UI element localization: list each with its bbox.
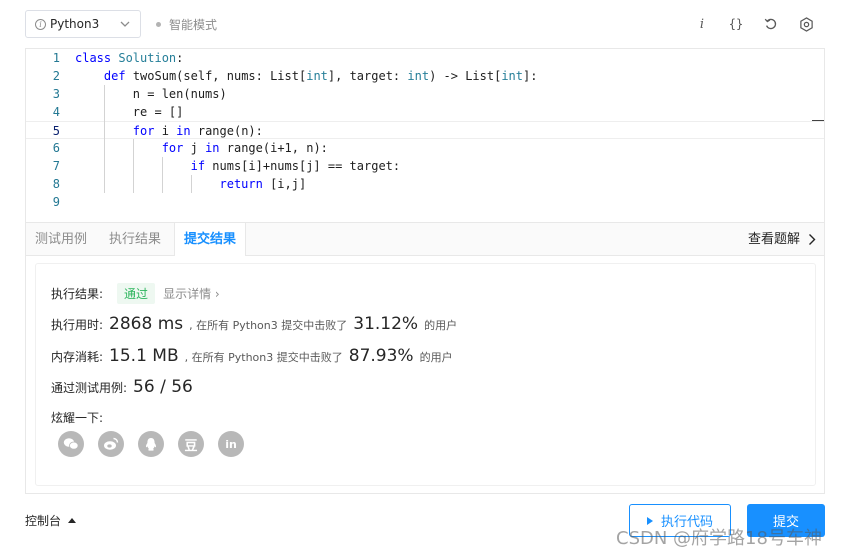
code-text: n = len(nums) bbox=[75, 87, 227, 101]
runtime-tail: 的用户 bbox=[424, 319, 458, 332]
chevron-right-small-icon: › bbox=[214, 287, 220, 301]
code-text: if nums[i]+nums[j] == target: bbox=[190, 159, 401, 173]
status-badge: 通过 bbox=[117, 283, 156, 304]
douban-glyph: 豆 bbox=[184, 438, 198, 454]
indent-guide bbox=[103, 175, 105, 193]
line-number: 6 bbox=[52, 141, 60, 155]
tab-test-cases[interactable]: 测试用例 bbox=[26, 223, 96, 256]
submission-result-card: 执行结果: 通过 显示详情 › 执行用时: 2868 ms , 在所有 Pyth… bbox=[35, 263, 816, 486]
share-buttons: 豆 in bbox=[58, 431, 258, 457]
share-row-label: 炫耀一下: bbox=[51, 409, 103, 426]
line-number: 7 bbox=[52, 159, 60, 173]
run-code-label: 执行代码 bbox=[660, 515, 713, 530]
code-line[interactable]: 8 return [i,j] bbox=[26, 175, 824, 193]
douban-icon[interactable]: 豆 bbox=[178, 431, 204, 457]
qq-icon[interactable] bbox=[138, 431, 164, 457]
line-number: 3 bbox=[52, 87, 60, 101]
code-line[interactable]: 4 re = [] bbox=[26, 103, 824, 121]
code-line[interactable]: 7 if nums[i]+nums[j] == target: bbox=[26, 157, 824, 175]
console-toggle[interactable]: 控制台 bbox=[25, 512, 77, 529]
memory-row: 内存消耗: 15.1 MB , 在所有 Python3 提交中击败了 87.93… bbox=[51, 346, 453, 366]
line-number: 9 bbox=[52, 195, 60, 209]
code-text: for j in range(i+1, n): bbox=[161, 141, 328, 155]
code-line[interactable]: 9 bbox=[26, 193, 824, 211]
line-number: 5 bbox=[52, 124, 60, 138]
view-solution-label: 查看题解 bbox=[747, 232, 800, 247]
memory-value: 15.1 MB bbox=[109, 346, 179, 366]
indent-guide bbox=[103, 121, 105, 139]
indent-guide bbox=[103, 139, 105, 157]
play-icon bbox=[646, 516, 653, 525]
chevron-down-icon bbox=[120, 21, 130, 27]
status-label: 执行结果: bbox=[51, 287, 104, 301]
tab-submit-result[interactable]: 提交结果 bbox=[174, 223, 247, 257]
status-row: 执行结果: 通过 显示详情 › bbox=[51, 283, 220, 304]
code-editor[interactable]: 1 class Solution: 2 def twoSum(self, nums:… bbox=[25, 48, 825, 222]
memory-tail: 的用户 bbox=[419, 351, 453, 364]
info-circle-icon: i bbox=[35, 18, 46, 30]
runtime-beat-text: , 在所有 Python3 提交中击败了 bbox=[189, 319, 348, 332]
wechat-icon[interactable] bbox=[58, 431, 84, 457]
line-number: 2 bbox=[52, 69, 60, 83]
runtime-value: 2868 ms bbox=[109, 314, 184, 334]
code-line[interactable]: 1 class Solution: bbox=[26, 49, 824, 67]
indent-guide bbox=[161, 175, 163, 193]
indent-guide bbox=[132, 175, 134, 193]
reset-icon[interactable] bbox=[761, 14, 781, 34]
view-solution-link[interactable]: 查看题解 bbox=[748, 223, 816, 256]
editor-toolbar: i Python3 智能模式 i {} bbox=[0, 0, 844, 48]
indent-guide bbox=[161, 157, 163, 175]
submit-label: 提交 bbox=[772, 515, 799, 530]
submission-result-panel: 执行结果: 通过 显示详情 › 执行用时: 2868 ms , 在所有 Pyth… bbox=[25, 256, 825, 494]
show-detail-label: 显示详情 bbox=[163, 287, 212, 301]
runtime-label: 执行用时: bbox=[51, 318, 104, 332]
code-line[interactable]: 5 for i in range(n): bbox=[26, 121, 824, 139]
code-line[interactable]: 3 n = len(nums) bbox=[26, 85, 824, 103]
memory-beat-text: , 在所有 Python3 提交中击败了 bbox=[184, 351, 343, 364]
smart-mode-label: 智能模式 bbox=[169, 18, 218, 32]
linkedin-icon[interactable]: in bbox=[218, 431, 244, 457]
runtime-row: 执行用时: 2868 ms , 在所有 Python3 提交中击败了 31.12… bbox=[51, 314, 457, 334]
line-number: 8 bbox=[52, 177, 60, 191]
smart-mode-dot bbox=[156, 22, 161, 27]
code-line[interactable]: 6 for j in range(i+1, n): bbox=[26, 139, 824, 157]
tab-run-result[interactable]: 执行结果 bbox=[100, 223, 170, 256]
memory-percentile: 87.93% bbox=[348, 346, 414, 366]
caret-up-icon bbox=[68, 518, 77, 523]
linkedin-glyph: in bbox=[225, 437, 237, 451]
indent-guide bbox=[103, 85, 105, 103]
line-number: 4 bbox=[52, 105, 60, 119]
format-braces-icon[interactable]: {} bbox=[726, 14, 746, 34]
line-number: 1 bbox=[52, 51, 60, 65]
share-label: 炫耀一下: bbox=[51, 411, 104, 425]
testcases-label: 通过测试用例: bbox=[51, 381, 128, 395]
language-label: Python3 bbox=[50, 17, 100, 31]
run-code-button[interactable]: 执行代码 bbox=[629, 504, 731, 537]
result-tabs: 测试用例 执行结果 提交结果 查看题解 bbox=[25, 222, 825, 257]
testcases-value: 56 / 56 bbox=[133, 377, 193, 397]
runtime-percentile: 31.12% bbox=[353, 314, 419, 334]
show-detail-link[interactable]: 显示详情 › bbox=[163, 285, 220, 302]
indent-guide bbox=[103, 103, 105, 121]
language-select[interactable]: i Python3 bbox=[25, 10, 141, 38]
info-icon[interactable]: i bbox=[692, 14, 712, 34]
smart-mode-toggle[interactable]: 智能模式 bbox=[156, 16, 217, 33]
code-text: def twoSum(self, nums: List[int], target… bbox=[103, 69, 538, 83]
chevron-right-icon bbox=[809, 234, 816, 245]
indent-guide bbox=[190, 175, 192, 193]
weibo-icon[interactable] bbox=[98, 431, 124, 457]
code-text: class Solution: bbox=[75, 51, 184, 65]
indent-guide bbox=[132, 139, 134, 157]
indent-guide bbox=[132, 157, 134, 175]
memory-label: 内存消耗: bbox=[51, 350, 104, 364]
indent-guide bbox=[103, 157, 105, 175]
console-label: 控制台 bbox=[25, 514, 62, 528]
code-text: re = [] bbox=[75, 105, 184, 119]
code-line[interactable]: 2 def twoSum(self, nums: List[int], targ… bbox=[26, 67, 824, 85]
testcases-row: 通过测试用例: 56 / 56 bbox=[51, 377, 199, 397]
submit-button[interactable]: 提交 bbox=[747, 504, 825, 537]
settings-icon[interactable] bbox=[796, 14, 816, 34]
